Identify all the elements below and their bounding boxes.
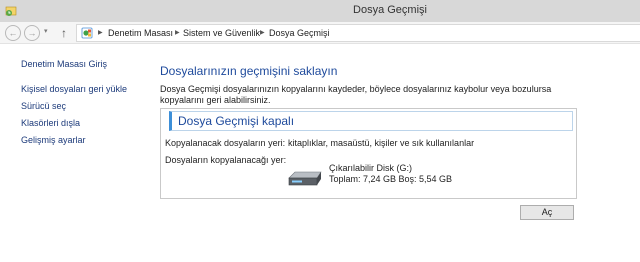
sidebar-item-restore-files[interactable]: Kişisel dosyaları geri yükle (21, 84, 127, 94)
sidebar: Denetim Masası Giriş Kişisel dosyaları g… (0, 44, 150, 262)
address-bar: ← → ▾ ↑ ▶ Denetim Masası ▶ Sistem ve Güv… (0, 22, 640, 44)
breadcrumb-separator-icon: ▶ (175, 30, 180, 36)
turn-on-button[interactable]: Aç (520, 205, 574, 220)
breadcrumb-separator-icon: ▶ (98, 30, 103, 36)
status-panel-header: Dosya Geçmişi kapalı (169, 111, 573, 131)
up-arrow-icon[interactable]: ↑ (58, 25, 70, 41)
main-content: Dosyalarınızın geçmişini saklayın Dosya … (150, 44, 640, 262)
page-description: Dosya Geçmişi dosyalarınızın kopyalarını… (160, 84, 552, 105)
target-drive-name: Çıkarılabilir Disk (G:) (329, 163, 413, 173)
sidebar-item-advanced-settings[interactable]: Gelişmiş ayarlar (21, 135, 86, 145)
removable-drive-icon (288, 171, 322, 186)
copy-target-label: Dosyaların kopyalanacağı yer: (165, 155, 287, 165)
sidebar-item-select-drive[interactable]: Sürücü seç (21, 101, 66, 111)
forward-button[interactable]: → (24, 25, 40, 41)
breadcrumb[interactable]: ▶ Denetim Masası ▶ Sistem ve Güvenlik ▶ … (76, 24, 640, 42)
breadcrumb-file-history[interactable]: Dosya Geçmişi (269, 28, 330, 38)
copy-source-label: Kopyalanacak dosyaların yeri: (165, 138, 286, 148)
sidebar-item-control-panel-home[interactable]: Denetim Masası Giriş (21, 59, 107, 69)
breadcrumb-system-security[interactable]: Sistem ve Güvenlik (183, 28, 260, 38)
sidebar-item-exclude-folders[interactable]: Klasörleri dışla (21, 118, 80, 128)
recent-locations-chevron-down-icon[interactable]: ▾ (44, 27, 48, 35)
status-panel: Dosya Geçmişi kapalı Kopyalanacak dosyal… (160, 108, 577, 199)
control-panel-icon (81, 27, 93, 39)
copy-source-value: kitaplıklar, masaüstü, kişiler ve sık ku… (288, 138, 475, 148)
title-bar: Dosya Geçmişi (0, 0, 640, 22)
target-drive-space: Toplam: 7,24 GB Boş: 5,54 GB (329, 174, 453, 184)
breadcrumb-separator-icon: ▶ (260, 30, 265, 36)
window-title: Dosya Geçmişi (353, 4, 427, 16)
page-title: Dosyalarınızın geçmişini saklayın (160, 64, 338, 78)
status-panel-title: Dosya Geçmişi kapalı (178, 114, 295, 128)
breadcrumb-control-panel[interactable]: Denetim Masası (108, 28, 173, 38)
back-button[interactable]: ← (5, 25, 21, 41)
